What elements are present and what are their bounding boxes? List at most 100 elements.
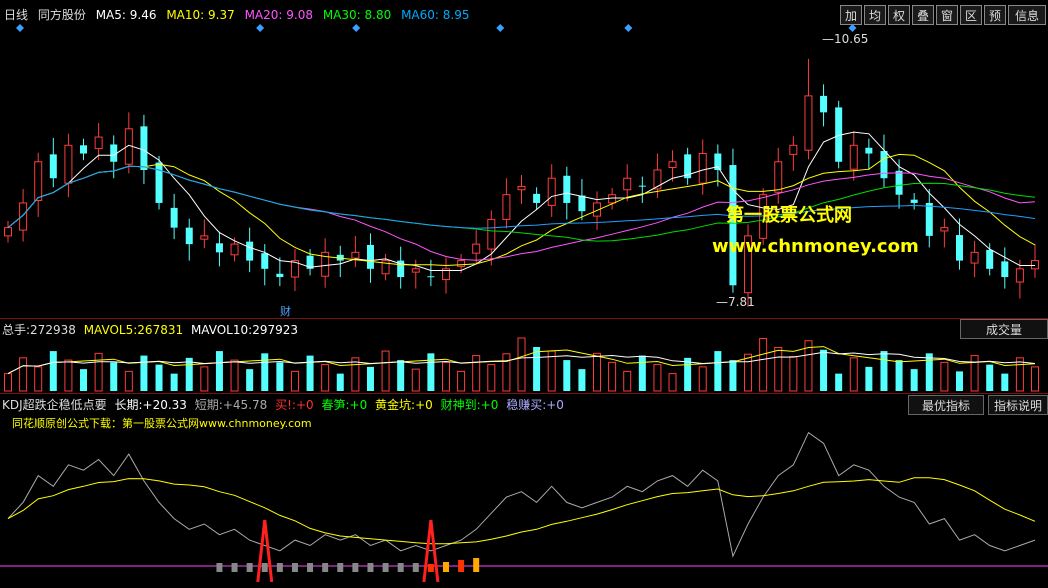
volume-bar (230, 359, 239, 392)
candle (246, 227, 254, 273)
volume-bar (397, 360, 405, 391)
volume-bar (34, 366, 43, 392)
candle (623, 164, 632, 202)
volume-bar (910, 369, 918, 391)
volume-bar (729, 360, 737, 391)
volume-bar (185, 357, 193, 391)
signal-block (291, 563, 298, 572)
volume-bar (411, 368, 420, 392)
candle (321, 238, 330, 288)
best-indicator-button[interactable]: 最优指标 (908, 395, 984, 415)
volume-bar (774, 346, 783, 392)
volume-bar (1031, 366, 1039, 392)
signal-block (382, 563, 389, 572)
signal-block (322, 563, 329, 572)
volume-bar (1015, 357, 1024, 392)
candle (547, 164, 556, 217)
candle (381, 254, 390, 281)
candle (94, 123, 103, 161)
candle (336, 245, 344, 278)
candle (940, 218, 949, 248)
candle (290, 249, 299, 292)
signal-block (397, 563, 404, 572)
short-label: 短期: (194, 398, 223, 412)
volume-bar (351, 357, 360, 392)
volume-bar (849, 357, 858, 392)
mavol5-label: MAVOL5: (83, 323, 138, 337)
source-note: 同花顺原创公式下载：第一股票公式网www.chnmoney.com (12, 417, 312, 430)
volume-bar (533, 347, 541, 391)
signal-block (367, 563, 374, 572)
candle (1031, 244, 1039, 278)
signal-block (231, 563, 238, 572)
signal-block (246, 563, 253, 572)
volume-bar (306, 355, 314, 391)
signal-diamonds (16, 24, 857, 32)
candle (668, 150, 677, 182)
candle (276, 257, 284, 287)
low-price-value: 7.81 (728, 295, 755, 309)
candle (698, 139, 707, 195)
volume-bar (563, 360, 571, 391)
volume-bar (140, 355, 148, 391)
watermark-url: www.chnmoney.com (712, 236, 919, 257)
volume-bar (668, 373, 677, 392)
candle (397, 246, 405, 289)
volume-legend: 总手:272938 MAVOL5:267831 MAVOL10:297923 (2, 321, 298, 338)
volume-bar (684, 357, 692, 391)
volume-bar (170, 373, 178, 391)
candle (427, 259, 435, 287)
candle (110, 135, 118, 179)
candle (820, 84, 828, 127)
candle (517, 174, 526, 204)
volume-bars (4, 337, 1039, 392)
volume-bar (653, 364, 662, 392)
candle (185, 218, 193, 261)
candle (64, 133, 73, 198)
candle (578, 179, 586, 221)
spring-value: +0 (349, 398, 368, 412)
candle (502, 178, 511, 229)
high-price-label: —10.65 (822, 32, 869, 46)
volume-type-button[interactable]: 成交量 (960, 319, 1048, 339)
indicator-name[interactable]: KDJ超跌企稳低点要 (2, 398, 107, 412)
candle (910, 193, 918, 210)
watermark-title: 第一股票公式网 (726, 205, 852, 226)
volume-bar (290, 370, 299, 392)
candle (1001, 247, 1009, 289)
volume-bar (336, 373, 344, 391)
volume-bar (441, 361, 450, 392)
volume-bar (986, 364, 994, 391)
candle (261, 244, 269, 286)
volume-bar (110, 362, 118, 391)
signal-block (427, 564, 434, 572)
candle (880, 134, 888, 188)
candle (441, 257, 450, 294)
volume-bar (940, 361, 949, 392)
volume-bar (517, 337, 526, 392)
candle (774, 147, 783, 204)
volume-bar (578, 369, 586, 391)
volume-bar (155, 364, 163, 391)
volume-bar (835, 373, 843, 391)
kline-chart-canvas[interactable] (0, 0, 1048, 588)
volume-bar (880, 351, 888, 391)
volume-bar (789, 355, 798, 392)
indicator-legend: KDJ超跌企稳低点要 长期:+20.33 短期:+45.78 买!:+0 春笋:… (2, 396, 564, 413)
diamond-signal (256, 24, 265, 32)
volume-bar (366, 366, 374, 391)
candle (925, 188, 933, 248)
indicator-help-button[interactable]: 指标说明 (988, 395, 1048, 415)
volume-bar (94, 352, 103, 392)
diamond-signal (16, 24, 24, 32)
volume-bar (80, 369, 88, 391)
mavol5-value: 267831 (137, 323, 184, 337)
candle (533, 187, 541, 210)
candle (986, 243, 994, 276)
cai-marker[interactable]: 财 (280, 303, 291, 319)
steady-buy-value: +0 (546, 398, 564, 412)
kdj-indicator (0, 431, 1048, 583)
volume-bar (215, 351, 223, 391)
signal-block (276, 563, 283, 572)
volume-bar (49, 351, 57, 391)
